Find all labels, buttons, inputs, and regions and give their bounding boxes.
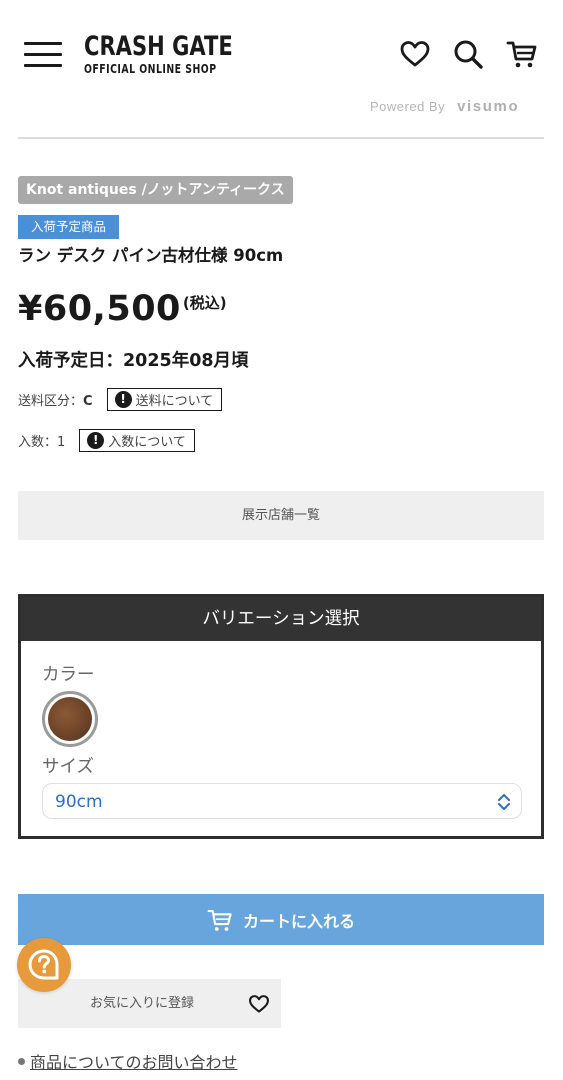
size-select[interactable]: 90cm — [42, 783, 522, 819]
store-list-button[interactable]: 展示店舗一覧 — [18, 491, 544, 540]
cart-icon[interactable] — [506, 38, 538, 70]
color-swatch[interactable] — [42, 691, 98, 747]
wood-swatch-image — [48, 697, 92, 741]
size-selected-value: 90cm — [55, 792, 103, 812]
bullet-icon — [18, 1058, 25, 1065]
heart-icon[interactable] — [399, 38, 431, 70]
shipping-label-text: 送料区分： — [18, 394, 84, 409]
site-logo[interactable]: CRASH GATE OFFICIAL ONLINE SHOP — [84, 31, 233, 77]
help-chat-icon — [28, 949, 59, 980]
product-inquiry-link[interactable]: 商品についてのお問い合わせ — [30, 1053, 238, 1072]
cart-icon — [207, 909, 232, 931]
site-header: CRASH GATE OFFICIAL ONLINE SHOP Powered … — [0, 0, 563, 139]
arrival-date: 入荷予定日：2025年08月頃 — [18, 351, 249, 371]
visumo-logo: visumo — [457, 98, 520, 115]
logo-sub-text: OFFICIAL ONLINE SHOP — [84, 62, 217, 76]
quantity-info-button[interactable]: ! 入数について — [79, 429, 195, 452]
logo-main-text: CRASH GATE — [84, 31, 233, 62]
quantity-info-label: 入数について — [108, 435, 186, 450]
shipping-row: 送料区分：C ! 送料について — [18, 388, 223, 411]
add-to-cart-label: カートに入れる — [242, 911, 355, 931]
shipping-info-label: 送料について — [135, 394, 214, 409]
variation-panel: バリエーション選択 カラー サイズ 90cm — [18, 594, 544, 839]
size-label: サイズ — [42, 757, 94, 777]
shipping-class: C — [83, 394, 93, 409]
price-value: ¥60,500 — [18, 289, 181, 329]
shipping-info-button[interactable]: ! 送料について — [106, 388, 223, 411]
quantity-label: 入数：1 — [18, 435, 66, 450]
heart-icon — [249, 995, 269, 1013]
quantity-row: 入数：1 ! 入数について — [18, 429, 195, 452]
variation-title: バリエーション選択 — [21, 597, 541, 641]
add-to-cart-button[interactable]: カートに入れる — [18, 894, 544, 945]
help-chat-button[interactable] — [17, 938, 71, 992]
exclamation-icon: ! — [114, 391, 132, 408]
brand-tag[interactable]: Knot antiques /ノットアンティークス — [18, 176, 293, 204]
shipping-label: 送料区分：C — [18, 390, 93, 409]
status-badge: 入荷予定商品 — [18, 215, 120, 239]
color-label: カラー — [42, 665, 95, 685]
menu-icon[interactable] — [24, 40, 62, 68]
add-favorite-label: お気に入りに登録 — [90, 996, 195, 1011]
search-icon[interactable] — [452, 38, 484, 70]
product-inquiry: 商品についてのお問い合わせ — [18, 1049, 238, 1073]
product-title: ラン デスク パイン古材仕様 90cm — [18, 246, 284, 265]
price-tax-label: (税込) — [182, 294, 227, 312]
exclamation-icon: ! — [87, 432, 105, 449]
powered-by: Powered By visumo — [370, 98, 519, 115]
header-divider — [18, 137, 544, 139]
powered-by-label: Powered By — [370, 99, 446, 114]
price: ¥60,500 (税込) — [18, 286, 227, 332]
chevron-updown-icon — [498, 794, 510, 810]
